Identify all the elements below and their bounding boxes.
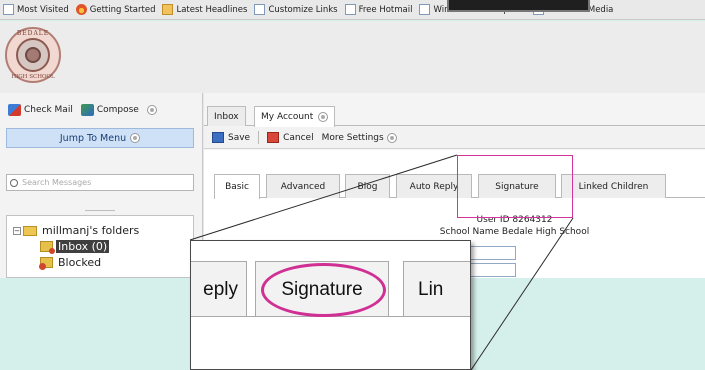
search-icon (10, 178, 18, 187)
site-header: BEDALE HIGH SCHOOL (0, 21, 705, 93)
bookmark-getting-started[interactable]: Getting Started (75, 4, 155, 15)
close-tab-icon[interactable] (318, 112, 329, 122)
dark-popup-overlay (447, 0, 590, 12)
blocked-folder-icon (39, 257, 53, 270)
tab-advanced[interactable]: Advanced (266, 174, 340, 198)
folder-blocked[interactable]: Blocked (39, 256, 101, 270)
dropdown-circle-icon (130, 133, 141, 143)
school-logo: BEDALE HIGH SCHOOL (5, 27, 61, 83)
signature-circle-highlight (261, 263, 386, 317)
inbox-icon (40, 241, 55, 254)
zoom-callout: eply Signature Lin (190, 240, 471, 370)
page-icon (419, 4, 431, 15)
check-mail-button[interactable]: Check Mail (8, 104, 73, 116)
save-button[interactable]: Save (212, 132, 250, 143)
dropdown-circle-icon (386, 132, 397, 143)
cancel-icon (267, 132, 280, 143)
save-icon (212, 132, 224, 143)
signature-highlight-box (457, 155, 573, 218)
folder-inbox[interactable]: Inbox (0) (40, 240, 110, 254)
collapse-toggle-icon[interactable]: − (13, 226, 21, 235)
jump-to-menu-button[interactable]: Jump To Menu (6, 128, 194, 148)
panel-resize-handle[interactable] (85, 210, 115, 212)
check-mail-icon (8, 104, 21, 116)
firefox-icon (75, 4, 87, 15)
tab-linked-children[interactable]: Linked Children (561, 174, 666, 198)
folder-root[interactable]: − millmanj's folders (13, 224, 139, 237)
zoom-tab-linked-children: Lin (403, 261, 470, 317)
logo-bottom-text: HIGH SCHOOL (11, 74, 55, 80)
options-icon[interactable] (146, 105, 157, 115)
mail-actions: Check Mail Compose (8, 101, 198, 119)
tab-inbox[interactable]: Inbox (207, 106, 246, 126)
tab-blog[interactable]: Blog (345, 174, 390, 198)
tab-basic[interactable]: Basic (214, 174, 260, 199)
rose-icon (25, 47, 41, 63)
main-tabs: Inbox My Account (204, 106, 705, 127)
search-input[interactable]: Search Messages (6, 174, 194, 191)
left-sidebar: Check Mail Compose Jump To Menu Search M… (0, 93, 203, 278)
folder-tree: − millmanj's folders Inbox (0) Blocked (6, 215, 194, 278)
bookmark-latest-headlines[interactable]: Latest Headlines (162, 4, 247, 15)
tab-my-account[interactable]: My Account (254, 106, 336, 127)
account-info: User ID 8264312 School Name Bedale High … (204, 214, 705, 238)
cancel-button[interactable]: Cancel (267, 132, 314, 143)
bookmark-free-hotmail[interactable]: Free Hotmail (344, 4, 412, 15)
account-toolbar: Save Cancel More Settings (204, 127, 705, 149)
logo-top-text: BEDALE (16, 30, 50, 37)
bookmarks-bar: Most Visited Getting Started Latest Head… (0, 0, 705, 20)
compose-button[interactable]: Compose (80, 104, 139, 116)
folder-icon (23, 225, 37, 236)
compose-icon (80, 104, 94, 116)
school-name-text: School Name Bedale High School (439, 227, 590, 237)
bookmark-customize-links[interactable]: Customize Links (254, 4, 338, 15)
page-icon (254, 4, 266, 15)
toolbar-divider (258, 131, 260, 144)
page-icon (344, 4, 356, 15)
bookmark-most-visited[interactable]: Most Visited (3, 4, 69, 15)
zoom-tab-auto-reply: eply (191, 261, 247, 317)
page-icon (3, 4, 14, 15)
rss-icon (162, 4, 174, 15)
more-settings-button[interactable]: More Settings (322, 132, 397, 143)
